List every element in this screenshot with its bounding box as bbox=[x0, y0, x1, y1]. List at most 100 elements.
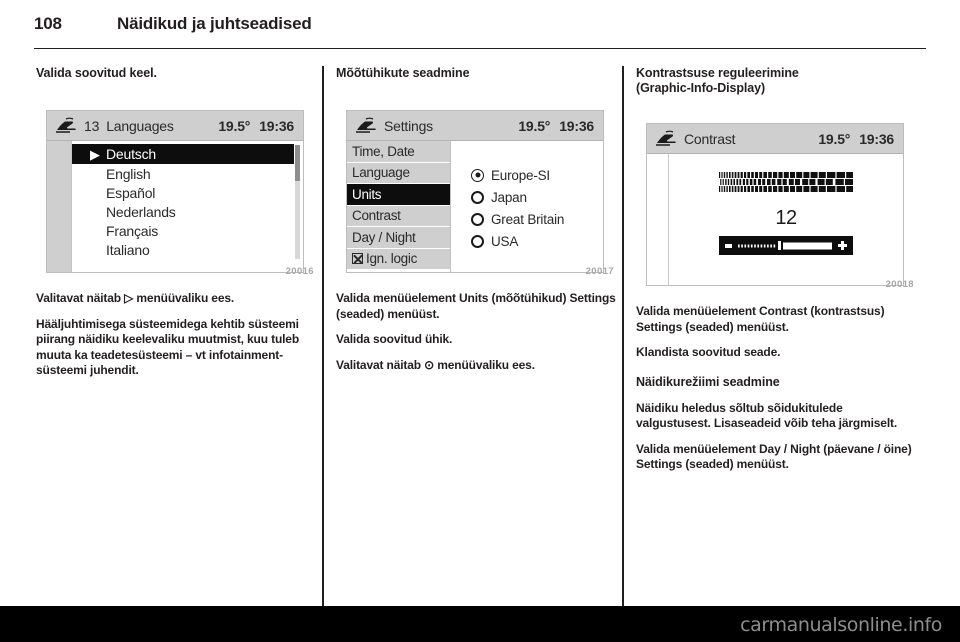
contrast-pane: 12 bbox=[669, 154, 903, 285]
radio-option-great-britain[interactable]: Great Britain bbox=[471, 208, 603, 230]
clock-readout: 19:36 bbox=[859, 130, 894, 147]
right-paragraph-2: Klandista soovitud seade. bbox=[636, 345, 781, 359]
list-item-label: Español bbox=[106, 184, 156, 201]
slider-plus-icon[interactable] bbox=[838, 241, 847, 250]
radio-selected-icon bbox=[471, 168, 484, 182]
vehicle-icon bbox=[656, 130, 676, 146]
clock-readout: 19:36 bbox=[259, 117, 294, 134]
menu-item-units[interactable]: Units bbox=[347, 184, 450, 206]
right-paragraph-4: Valida menüüelement Day / Night (päevane… bbox=[636, 441, 912, 472]
display-body: Time, Date Language Units Contrast Day /… bbox=[347, 141, 603, 272]
display-settings: Settings 19.5° 19:36 Time, Date Language bbox=[346, 110, 604, 273]
display-title-text: Languages bbox=[106, 117, 174, 134]
display-title: Contrast bbox=[684, 130, 736, 147]
display-status: 19.5° 19:36 bbox=[518, 118, 594, 134]
menu-item-label: Time, Date bbox=[352, 143, 415, 159]
slider-track[interactable] bbox=[738, 241, 832, 250]
display-languages: 13 Languages 19.5° 19:36 ▶ Deutsch Engli… bbox=[46, 110, 304, 273]
display-titlebar: Settings 19.5° 19:36 bbox=[347, 111, 603, 141]
display-status: 19.5° 19:36 bbox=[818, 131, 894, 147]
display-title: 13 Languages bbox=[84, 118, 174, 134]
figure-contrast: Contrast 19.5° 19:36 12 20018 bbox=[636, 105, 918, 292]
display-body: 12 bbox=[647, 154, 903, 285]
column-divider-1 bbox=[322, 66, 324, 606]
checkbox-checked-icon[interactable] bbox=[352, 253, 363, 265]
radio-option-label: Japan bbox=[491, 189, 527, 205]
radio-option-usa[interactable]: USA bbox=[471, 230, 603, 252]
menu-item-language[interactable]: Language bbox=[347, 162, 450, 184]
middle-paragraph-2: Valida soovitud ühik. bbox=[336, 332, 453, 346]
list-item-label: Deutsch bbox=[106, 146, 156, 162]
selection-caret-icon: ▶ bbox=[90, 146, 100, 162]
display-contrast: Contrast 19.5° 19:36 12 bbox=[646, 123, 904, 286]
middle-paragraph-1: Valida menüüelement Units (mõõtühikud) S… bbox=[336, 291, 616, 321]
scrollbar[interactable] bbox=[295, 145, 300, 259]
display-titlebar: 13 Languages 19.5° 19:36 bbox=[47, 111, 303, 141]
figure-settings-units: Settings 19.5° 19:36 Time, Date Language bbox=[336, 92, 618, 279]
list-item[interactable]: ▶ English bbox=[72, 164, 303, 183]
slider-handle[interactable] bbox=[778, 241, 782, 250]
vehicle-icon bbox=[356, 117, 376, 133]
left-paragraph-2: Hääljuhtimisega süsteemidega kehtib süst… bbox=[36, 316, 300, 378]
radio-unselected-icon bbox=[471, 190, 484, 204]
menu-item-contrast[interactable]: Contrast bbox=[347, 205, 450, 227]
header-divider bbox=[34, 48, 926, 49]
radio-option-japan[interactable]: Japan bbox=[471, 186, 603, 208]
menu-item-time-date[interactable]: Time, Date bbox=[347, 141, 450, 163]
radio-unselected-icon bbox=[471, 212, 484, 226]
display-index: 13 bbox=[84, 117, 100, 134]
menu-item-label: Language bbox=[352, 165, 410, 181]
slider-minus-icon[interactable] bbox=[725, 243, 732, 248]
menu-item-label: Contrast bbox=[352, 208, 401, 224]
right-column: Kontrastsuse reguleerimine (Graphic-Info… bbox=[636, 66, 918, 483]
figure-languages: 13 Languages 19.5° 19:36 ▶ Deutsch Engli… bbox=[36, 92, 318, 279]
menu-item-day-night[interactable]: Day / Night bbox=[347, 227, 450, 249]
display-body: ▶ Deutsch ▶ English ▶ Español bbox=[47, 141, 303, 272]
radio-option-label: Great Britain bbox=[491, 211, 565, 227]
language-list[interactable]: ▶ Deutsch ▶ English ▶ Español bbox=[72, 141, 303, 272]
menu-item-label: Units bbox=[352, 186, 382, 202]
radio-option-europe-si[interactable]: Europe-SI bbox=[471, 164, 603, 186]
menu-item-label: Day / Night bbox=[352, 229, 416, 245]
scrollbar-thumb[interactable] bbox=[295, 145, 300, 181]
contrast-test-pattern-icon bbox=[719, 172, 853, 192]
column-divider-2 bbox=[622, 66, 624, 606]
display-left-rail bbox=[647, 154, 669, 285]
radio-option-label: Europe-SI bbox=[491, 167, 550, 183]
right-column-heading-line1: Kontrastsuse reguleerimine bbox=[636, 66, 799, 80]
list-item[interactable]: ▶ Deutsch bbox=[72, 144, 294, 164]
manual-page: 108 Näidikud ja juhtseadised Valida soov… bbox=[0, 0, 960, 642]
display-titlebar: Contrast 19.5° 19:36 bbox=[647, 124, 903, 154]
list-item[interactable]: ▶ Nederlands bbox=[72, 202, 303, 221]
right-column-heading: Kontrastsuse reguleerimine (Graphic-Info… bbox=[636, 66, 918, 96]
list-item[interactable]: ▶ Français bbox=[72, 221, 303, 240]
list-item-label: Italiano bbox=[106, 241, 150, 258]
right-column-heading-line2: (Graphic-Info-Display) bbox=[636, 81, 766, 95]
slider-fill bbox=[783, 242, 832, 249]
contrast-slider[interactable] bbox=[719, 236, 853, 255]
left-column: Valida soovitud keel. 13 Languages 19.5°… bbox=[36, 66, 318, 389]
middle-column-heading: Mõõtühikute seadmine bbox=[336, 66, 470, 80]
page-title: Näidikud ja juhtseadised bbox=[117, 14, 312, 33]
settings-menu[interactable]: Time, Date Language Units Contrast Day /… bbox=[347, 141, 451, 272]
units-option-group[interactable]: Europe-SI Japan Great Britain USA bbox=[451, 141, 603, 272]
list-item-label: Nederlands bbox=[106, 203, 176, 220]
list-item[interactable]: ▶ Español bbox=[72, 183, 303, 202]
list-item-label: Français bbox=[106, 222, 159, 239]
clock-readout: 19:36 bbox=[559, 117, 594, 134]
middle-paragraph-3: Valitavat näitab ⊙ menüüvaliku ees. bbox=[336, 357, 535, 372]
right-paragraph-1: Valida menüüelement Contrast (kontrastsu… bbox=[636, 304, 885, 334]
watermark: carmanualsonline.info bbox=[740, 614, 942, 636]
display-status: 19.5° 19:36 bbox=[218, 118, 294, 134]
page-number: 108 bbox=[34, 14, 62, 33]
temperature-readout: 19.5° bbox=[218, 117, 251, 134]
radio-option-label: USA bbox=[491, 233, 519, 249]
display-title: Settings bbox=[384, 117, 433, 134]
vehicle-icon bbox=[56, 117, 76, 133]
figure-number: 20016 bbox=[285, 266, 314, 277]
list-item-label: English bbox=[106, 165, 151, 182]
contrast-value: 12 bbox=[775, 207, 797, 229]
list-item[interactable]: ▶ Italiano bbox=[72, 240, 303, 259]
menu-item-ign-logic[interactable]: Ign. logic bbox=[347, 248, 450, 270]
page-header: 108 Näidikud ja juhtseadised bbox=[34, 14, 926, 44]
